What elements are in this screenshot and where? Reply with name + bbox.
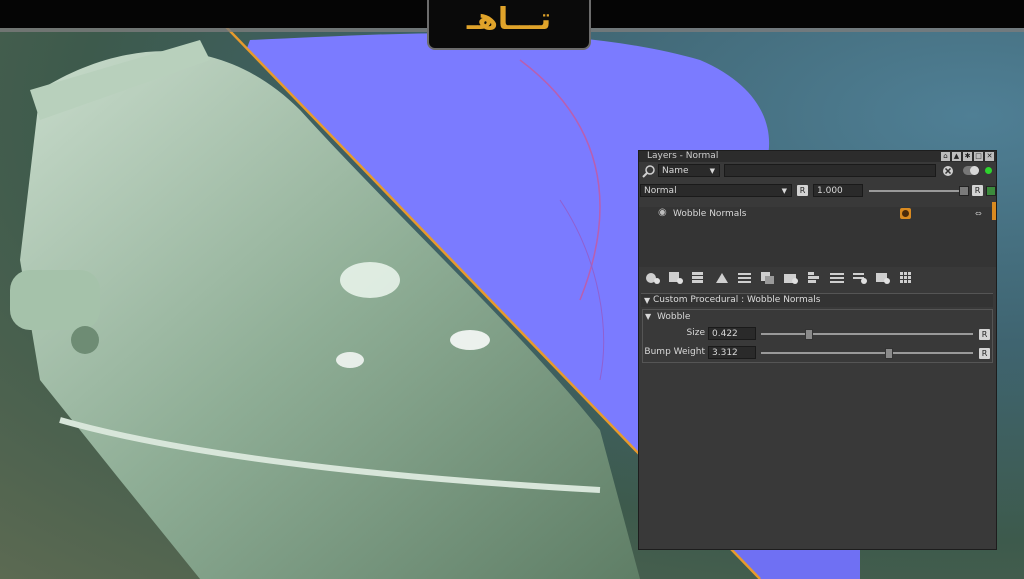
logo-text: تـــاهـ	[466, 2, 552, 37]
layer-settings-icon[interactable]	[874, 270, 892, 286]
grid-view-icon[interactable]	[897, 270, 915, 286]
size-slider-knob[interactable]	[804, 329, 813, 340]
bump-weight-slider[interactable]	[761, 352, 973, 354]
layer-selection-marker	[992, 202, 996, 220]
pin-icon[interactable]: ▲	[952, 152, 961, 161]
list-view-icon[interactable]	[828, 270, 846, 286]
chevron-down-icon: ▼	[781, 187, 787, 195]
remove-layer-icon[interactable]	[851, 270, 869, 286]
close-icon[interactable]: ✕	[985, 152, 994, 161]
visibility-toggle[interactable]	[963, 166, 979, 175]
opacity-value: 1.000	[817, 186, 843, 196]
collapse-triangle-icon[interactable]: ▼	[644, 294, 650, 307]
bump-weight-slider-knob[interactable]	[885, 348, 894, 359]
blend-mode-value: Normal	[644, 186, 677, 196]
blend-reset-button[interactable]: R	[797, 185, 808, 196]
search-icon[interactable]	[642, 164, 656, 178]
bump-weight-value-field[interactable]: 3.312	[708, 346, 756, 359]
chevron-down-icon: ▼	[709, 167, 715, 175]
panel-title: Layers - Normal	[647, 151, 719, 161]
param-row-bump-weight: Bump Weight 3.312 R	[643, 345, 992, 361]
opacity-field[interactable]: 1.000	[813, 184, 863, 197]
lock-icon[interactable]	[986, 186, 996, 196]
status-dot	[985, 167, 992, 174]
opacity-reset-button[interactable]: R	[972, 185, 983, 196]
layer-name: Wobble Normals	[673, 209, 747, 219]
opacity-slider[interactable]	[869, 190, 959, 192]
param-value: 0.422	[712, 329, 738, 339]
maximize-icon[interactable]: □	[974, 152, 983, 161]
undock-icon[interactable]: ⌂	[941, 152, 950, 161]
param-label: Size	[686, 328, 705, 338]
duplicate-layer-icon[interactable]	[759, 270, 777, 286]
size-value-field[interactable]: 0.422	[708, 327, 756, 340]
add-group-icon[interactable]	[736, 270, 754, 286]
eye-icon[interactable]: ◉	[658, 207, 667, 218]
layer-toolbar	[641, 267, 994, 289]
add-adjustment-layer-icon[interactable]	[667, 270, 685, 286]
search-filter-select[interactable]: Name ▼	[658, 164, 720, 177]
add-procedural-layer-icon[interactable]	[690, 270, 708, 286]
merge-layer-icon[interactable]	[782, 270, 800, 286]
size-slider[interactable]	[761, 333, 973, 335]
section-title: Custom Procedural : Wobble Normals	[653, 295, 821, 305]
blend-mode-select[interactable]: Normal ▼	[640, 184, 792, 197]
search-input[interactable]	[724, 164, 936, 177]
add-mask-icon[interactable]	[713, 270, 731, 286]
layers-panel: Layers - Normal ⌂ ▲ ✱ □ ✕ Name ▼ Normal …	[638, 150, 997, 550]
add-paint-layer-icon[interactable]	[644, 270, 662, 286]
param-label: Bump Weight	[644, 347, 705, 357]
link-icon[interactable]: ⇔	[975, 209, 982, 218]
param-value: 3.312	[712, 348, 738, 358]
properties-section-header[interactable]: ▼ Custom Procedural : Wobble Normals	[641, 293, 993, 307]
opacity-slider-end[interactable]	[959, 186, 969, 196]
clear-search-icon[interactable]	[942, 165, 954, 177]
logo: تـــاهـ	[427, 0, 591, 50]
settings-icon[interactable]: ✱	[963, 152, 972, 161]
layers-list[interactable]: ◉ Wobble Normals ⇔	[639, 207, 996, 267]
collapse-triangle-icon[interactable]: ▼	[645, 312, 651, 321]
layer-row[interactable]: ◉ Wobble Normals ⇔	[639, 207, 989, 223]
properties-empty-area	[641, 365, 993, 547]
align-icon[interactable]	[805, 270, 823, 286]
group-header[interactable]: ▼ Wobble	[645, 311, 690, 323]
search-filter-value: Name	[662, 166, 689, 176]
size-reset-button[interactable]: R	[979, 329, 990, 340]
layer-mask-icon[interactable]	[900, 208, 911, 219]
wobble-group: ▼ Wobble Size 0.422 R Bump Weight 3.312 …	[642, 309, 993, 363]
panel-titlebar[interactable]: Layers - Normal ⌂ ▲ ✱ □ ✕	[639, 151, 996, 162]
bump-weight-reset-button[interactable]: R	[979, 348, 990, 359]
param-row-size: Size 0.422 R	[643, 326, 992, 342]
group-title: Wobble	[657, 312, 691, 322]
